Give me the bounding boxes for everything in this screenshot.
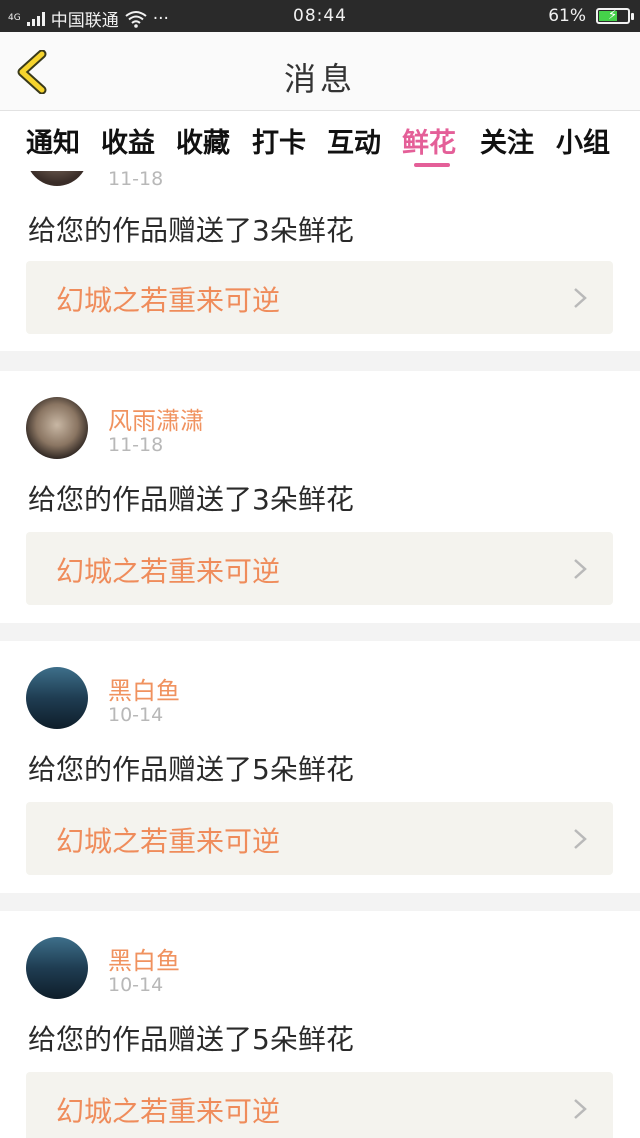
chevron-right-icon bbox=[574, 559, 587, 579]
message-list[interactable]: 11-18 给您的作品赠送了3朵鲜花 幻城之若重来可逆 风雨潇潇 11-18 给… bbox=[0, 171, 640, 1138]
message-text: 给您的作品赠送了5朵鲜花 bbox=[28, 753, 354, 786]
tab-interaction[interactable]: 互动 bbox=[327, 121, 381, 160]
app-header: 消息 bbox=[0, 32, 640, 111]
tab-flowers[interactable]: 鲜花 bbox=[402, 121, 456, 160]
user-avatar[interactable] bbox=[26, 667, 88, 729]
message-card: 黑白鱼 10-14 给您的作品赠送了5朵鲜花 幻城之若重来可逆 bbox=[0, 911, 640, 1138]
message-text: 给您的作品赠送了5朵鲜花 bbox=[28, 1023, 354, 1056]
active-tab-indicator bbox=[414, 163, 450, 167]
tab-bar: 通知 收益 收藏 打卡 互动 鲜花 关注 小组 bbox=[0, 111, 640, 171]
page-title: 消息 bbox=[283, 60, 356, 98]
tab-notice[interactable]: 通知 bbox=[26, 121, 80, 160]
clock: 08:44 bbox=[293, 6, 347, 26]
status-bar: 4G 中国联通 ··· 08:44 61% ⚡ bbox=[0, 0, 640, 32]
user-avatar[interactable] bbox=[26, 937, 88, 999]
username[interactable]: 风雨潇潇 bbox=[108, 401, 204, 436]
chevron-right-icon bbox=[574, 288, 587, 308]
work-title: 幻城之若重来可逆 bbox=[56, 555, 281, 588]
message-card: 黑白鱼 10-14 给您的作品赠送了5朵鲜花 幻城之若重来可逆 bbox=[0, 641, 640, 893]
chevron-right-icon bbox=[574, 829, 587, 849]
message-date: 10-14 bbox=[108, 704, 164, 726]
battery-icon: ⚡ bbox=[596, 8, 634, 24]
battery-percent: 61% bbox=[548, 6, 586, 26]
tab-earnings[interactable]: 收益 bbox=[101, 121, 155, 160]
tab-follow[interactable]: 关注 bbox=[480, 121, 534, 160]
user-avatar[interactable] bbox=[26, 397, 88, 459]
work-link[interactable]: 幻城之若重来可逆 bbox=[26, 261, 613, 334]
message-text: 给您的作品赠送了3朵鲜花 bbox=[28, 214, 354, 247]
work-title: 幻城之若重来可逆 bbox=[56, 284, 281, 317]
username[interactable]: 黑白鱼 bbox=[108, 671, 180, 706]
message-card: 11-18 给您的作品赠送了3朵鲜花 幻城之若重来可逆 bbox=[0, 171, 640, 351]
tab-checkin[interactable]: 打卡 bbox=[252, 121, 306, 160]
tab-favorites[interactable]: 收藏 bbox=[176, 121, 230, 160]
message-card: 风雨潇潇 11-18 给您的作品赠送了3朵鲜花 幻城之若重来可逆 bbox=[0, 371, 640, 623]
work-link[interactable]: 幻城之若重来可逆 bbox=[26, 532, 613, 605]
work-title: 幻城之若重来可逆 bbox=[56, 825, 281, 858]
username[interactable]: 黑白鱼 bbox=[108, 941, 180, 976]
chevron-right-icon bbox=[574, 1099, 587, 1119]
tab-groups[interactable]: 小组 bbox=[556, 121, 610, 160]
user-avatar[interactable] bbox=[26, 171, 88, 186]
message-date: 10-14 bbox=[108, 974, 164, 996]
work-title: 幻城之若重来可逆 bbox=[56, 1095, 281, 1128]
work-link[interactable]: 幻城之若重来可逆 bbox=[26, 802, 613, 875]
work-link[interactable]: 幻城之若重来可逆 bbox=[26, 1072, 613, 1138]
message-date: 11-18 bbox=[108, 434, 164, 456]
message-text: 给您的作品赠送了3朵鲜花 bbox=[28, 483, 354, 516]
message-date: 11-18 bbox=[108, 171, 164, 190]
